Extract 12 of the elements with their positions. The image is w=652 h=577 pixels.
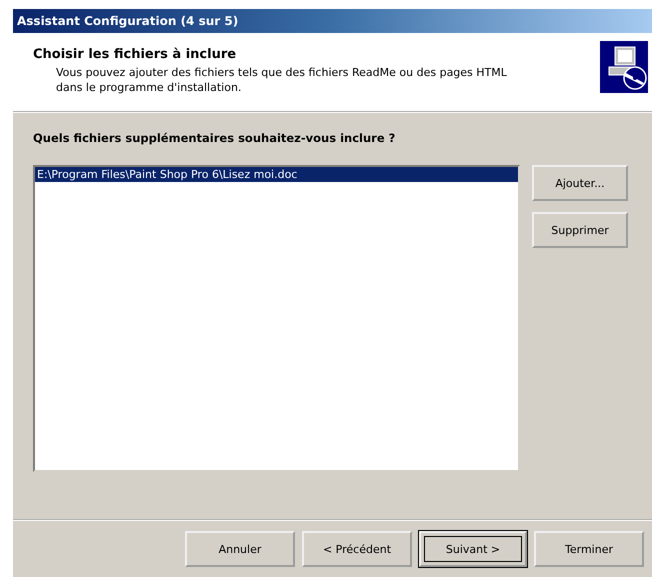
wizard-button[interactable]: Terminer — [534, 531, 644, 567]
header-description: Vous pouvez ajouter des fichiers tels que des fichiers ReadMe ou des pages HTML dans le programme d'installation. — [56, 65, 508, 95]
wizard-button[interactable]: Annuler — [185, 531, 295, 567]
header-title: Choisir les fichiers à inclure — [33, 47, 238, 62]
wizard-button[interactable]: < Précédent — [302, 531, 412, 567]
file-list[interactable]: E:\Program Files\Paint Shop Pro 6\Lisez moi.doc — [33, 165, 520, 472]
list-action-button[interactable]: Supprimer — [532, 212, 628, 248]
window-title: Assistant Configuration (4 sur 5) — [13, 9, 652, 33]
list-action-button[interactable]: Ajouter... — [532, 165, 628, 201]
question-label: Quels fichiers supplémentaires souhaitez-vous inclure ? — [33, 131, 396, 145]
wizard-button[interactable]: Suivant > — [419, 531, 527, 567]
file-item[interactable]: E:\Program Files\Paint Shop Pro 6\Lisez moi.doc — [35, 167, 518, 182]
